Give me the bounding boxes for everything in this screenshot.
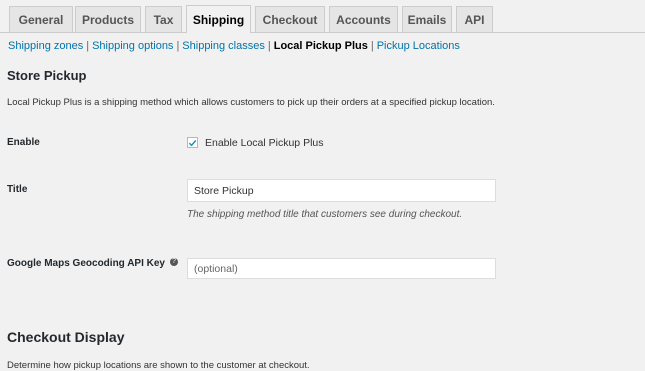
enable-label: Enable [7, 137, 40, 148]
gmaps-api-key-input[interactable]: (optional) [187, 258, 496, 279]
gmaps-api-key-label: Google Maps Geocoding API Key [7, 258, 165, 269]
tab-shipping[interactable]: Shipping [186, 5, 251, 33]
tab-checkout[interactable]: Checkout [255, 6, 325, 32]
tab-products[interactable]: Products [75, 6, 141, 32]
checkout-display-description: Determine how pickup locations are shown… [7, 360, 310, 371]
checkout-display-heading: Checkout Display [7, 329, 125, 345]
subnav-separator: | [267, 40, 271, 52]
subnav-separator: | [176, 40, 180, 52]
checkmark-icon [188, 139, 197, 146]
shipping-subnav: Shipping zones | Shipping options | Shipping… [8, 40, 460, 52]
title-label: Title [7, 184, 28, 195]
subnav-shipping-options[interactable]: Shipping options [92, 40, 173, 52]
subnav-shipping-classes[interactable]: Shipping classes [182, 40, 265, 52]
tab-general[interactable]: General [9, 6, 73, 32]
tab-accounts[interactable]: Accounts [329, 6, 398, 32]
store-pickup-description: Local Pickup Plus is a shipping method w… [7, 97, 495, 108]
tab-api[interactable]: API [456, 6, 493, 32]
settings-tabs: General Products Tax Shipping Checkout A… [0, 0, 645, 33]
help-icon[interactable]: ? [170, 258, 178, 266]
store-pickup-heading: Store Pickup [7, 68, 87, 83]
subnav-separator: | [86, 40, 90, 52]
tab-emails[interactable]: Emails [402, 6, 452, 32]
subnav-local-pickup-plus: Local Pickup Plus [273, 40, 368, 52]
title-hint: The shipping method title that customers… [187, 209, 463, 220]
enable-checkbox-label[interactable]: Enable Local Pickup Plus [205, 137, 324, 149]
subnav-pickup-locations[interactable]: Pickup Locations [377, 40, 460, 52]
title-input[interactable]: Store Pickup [187, 179, 496, 202]
enable-checkbox[interactable] [187, 137, 198, 148]
tab-tax[interactable]: Tax [145, 6, 182, 32]
subnav-separator: | [370, 40, 374, 52]
subnav-shipping-zones[interactable]: Shipping zones [8, 40, 83, 52]
